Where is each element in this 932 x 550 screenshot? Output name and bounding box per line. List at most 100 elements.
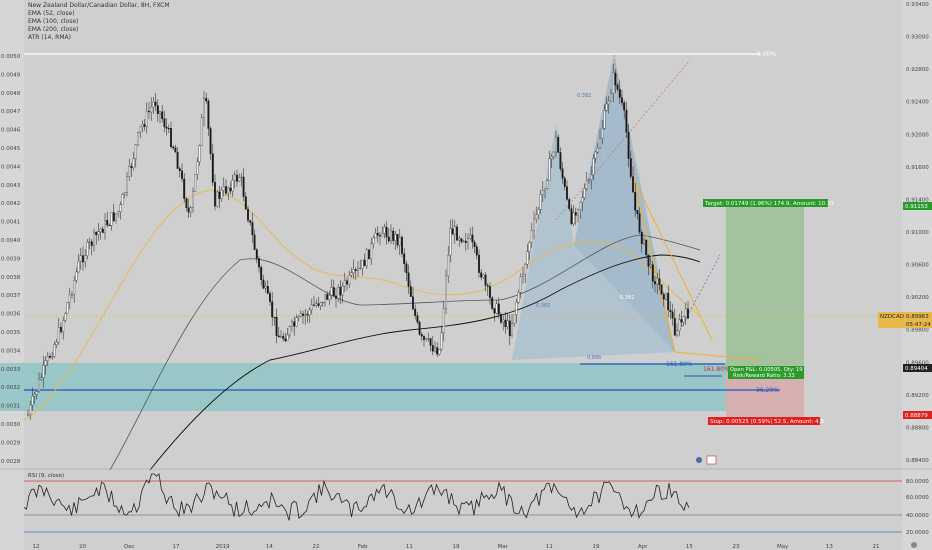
candle-body xyxy=(211,153,214,183)
candle-body xyxy=(343,280,346,287)
price-chart[interactable]: 0.0050 0.0049 0.0048 0.0047 0.0046 0.0045 0.00… xyxy=(0,0,932,550)
candle-body xyxy=(57,326,60,343)
x-axis-tick: Mar xyxy=(497,544,508,550)
candle-body xyxy=(651,264,654,282)
candle-body xyxy=(526,251,529,265)
candle-body xyxy=(471,234,474,243)
candle-body xyxy=(255,249,258,259)
candle-body xyxy=(60,326,62,333)
candle-body xyxy=(123,192,126,195)
candle-body xyxy=(53,344,56,357)
candle-body xyxy=(293,321,296,327)
candle-body xyxy=(484,274,487,286)
x-axis-tick: 23 xyxy=(733,544,740,550)
candle-body xyxy=(192,191,194,208)
right-axis-tick: 0.89800 xyxy=(906,328,929,334)
candle-body xyxy=(537,209,540,215)
x-axis-tick: 22 xyxy=(313,544,320,550)
candle-body xyxy=(640,232,643,244)
left-axis-tick: 0.0031 xyxy=(1,404,20,410)
stop-price-text: 0.88879 xyxy=(905,413,928,419)
candle-body xyxy=(321,302,324,304)
right-axis-tick: 0.89200 xyxy=(906,393,929,399)
candle-body xyxy=(357,268,359,271)
candle-body xyxy=(570,208,573,224)
candle-body xyxy=(42,365,45,378)
candle-body xyxy=(44,360,47,366)
candle-body xyxy=(51,356,54,358)
fib-blue-label: 36.20% xyxy=(756,387,779,394)
candle-body xyxy=(176,152,179,169)
candle-body xyxy=(258,258,260,268)
candle-body xyxy=(101,228,104,233)
x-axis-tick: 19 xyxy=(453,544,460,550)
candle-body xyxy=(539,194,542,210)
candle-body xyxy=(253,234,256,250)
candle-body xyxy=(451,228,454,235)
candle-body xyxy=(148,110,150,113)
candle-body xyxy=(592,158,595,176)
left-axis-tick: 0.0033 xyxy=(1,367,21,373)
candle-body xyxy=(280,336,282,338)
left-axis-tick: 0.0045 xyxy=(1,146,21,152)
candle-body xyxy=(260,267,263,281)
candle-body xyxy=(405,263,408,274)
candle-body xyxy=(482,274,485,278)
candle-body xyxy=(524,264,527,275)
candle-body xyxy=(392,230,395,241)
candle-body xyxy=(40,377,43,380)
candle-body xyxy=(431,345,434,352)
candle-body xyxy=(372,237,375,244)
candle-body xyxy=(339,286,342,296)
flag-icon[interactable] xyxy=(706,455,717,465)
candle-body xyxy=(508,320,511,336)
candle-body xyxy=(249,220,252,223)
candle-body xyxy=(403,253,406,265)
candle-body xyxy=(172,146,175,149)
candle-body xyxy=(143,124,146,127)
candle-body xyxy=(550,156,553,159)
candle-body xyxy=(434,347,436,352)
candle-body xyxy=(418,321,421,335)
symbol-text: NZDCAD xyxy=(880,314,904,320)
candle-body xyxy=(495,303,498,314)
candle-body xyxy=(401,237,403,254)
candle-body xyxy=(132,158,135,168)
candle-body xyxy=(394,234,397,241)
candle-body xyxy=(95,231,98,236)
candle-body xyxy=(161,111,164,119)
candle-body xyxy=(370,243,373,260)
candle-body xyxy=(326,294,329,300)
candle-body xyxy=(368,249,370,260)
candle-body xyxy=(350,272,353,276)
candle-body xyxy=(112,212,115,221)
candle-body xyxy=(288,326,291,336)
candle-body xyxy=(79,255,82,262)
candle-body xyxy=(456,226,458,241)
candle-body xyxy=(317,303,320,306)
candle-body xyxy=(478,254,480,273)
candle-body xyxy=(522,274,524,277)
candle-body xyxy=(167,128,170,130)
candle-body xyxy=(99,228,102,232)
left-axis-tick: 0.0028 xyxy=(1,459,21,465)
candle-body xyxy=(128,166,131,177)
candle-body xyxy=(660,284,663,295)
left-axis-tick: 0.0035 xyxy=(1,330,21,336)
right-axis: 0.93400 0.93000 0.92800 0.92400 0.92000 0.916… xyxy=(906,2,929,464)
candle-body xyxy=(629,158,632,177)
settings-icon[interactable] xyxy=(911,542,917,548)
fib-ext-label-2: 161.80% xyxy=(703,366,730,373)
candle-body xyxy=(165,126,168,129)
candle-body xyxy=(634,191,637,211)
candle-body xyxy=(486,285,489,287)
candle-body xyxy=(286,334,289,342)
candle-body xyxy=(398,237,401,246)
candle-body xyxy=(669,309,672,312)
candle-body xyxy=(588,179,590,181)
candle-body xyxy=(121,194,124,205)
candle-body xyxy=(181,170,183,180)
earnings-icon[interactable] xyxy=(696,457,702,463)
candle-body xyxy=(244,196,247,210)
candle-body xyxy=(676,330,678,336)
